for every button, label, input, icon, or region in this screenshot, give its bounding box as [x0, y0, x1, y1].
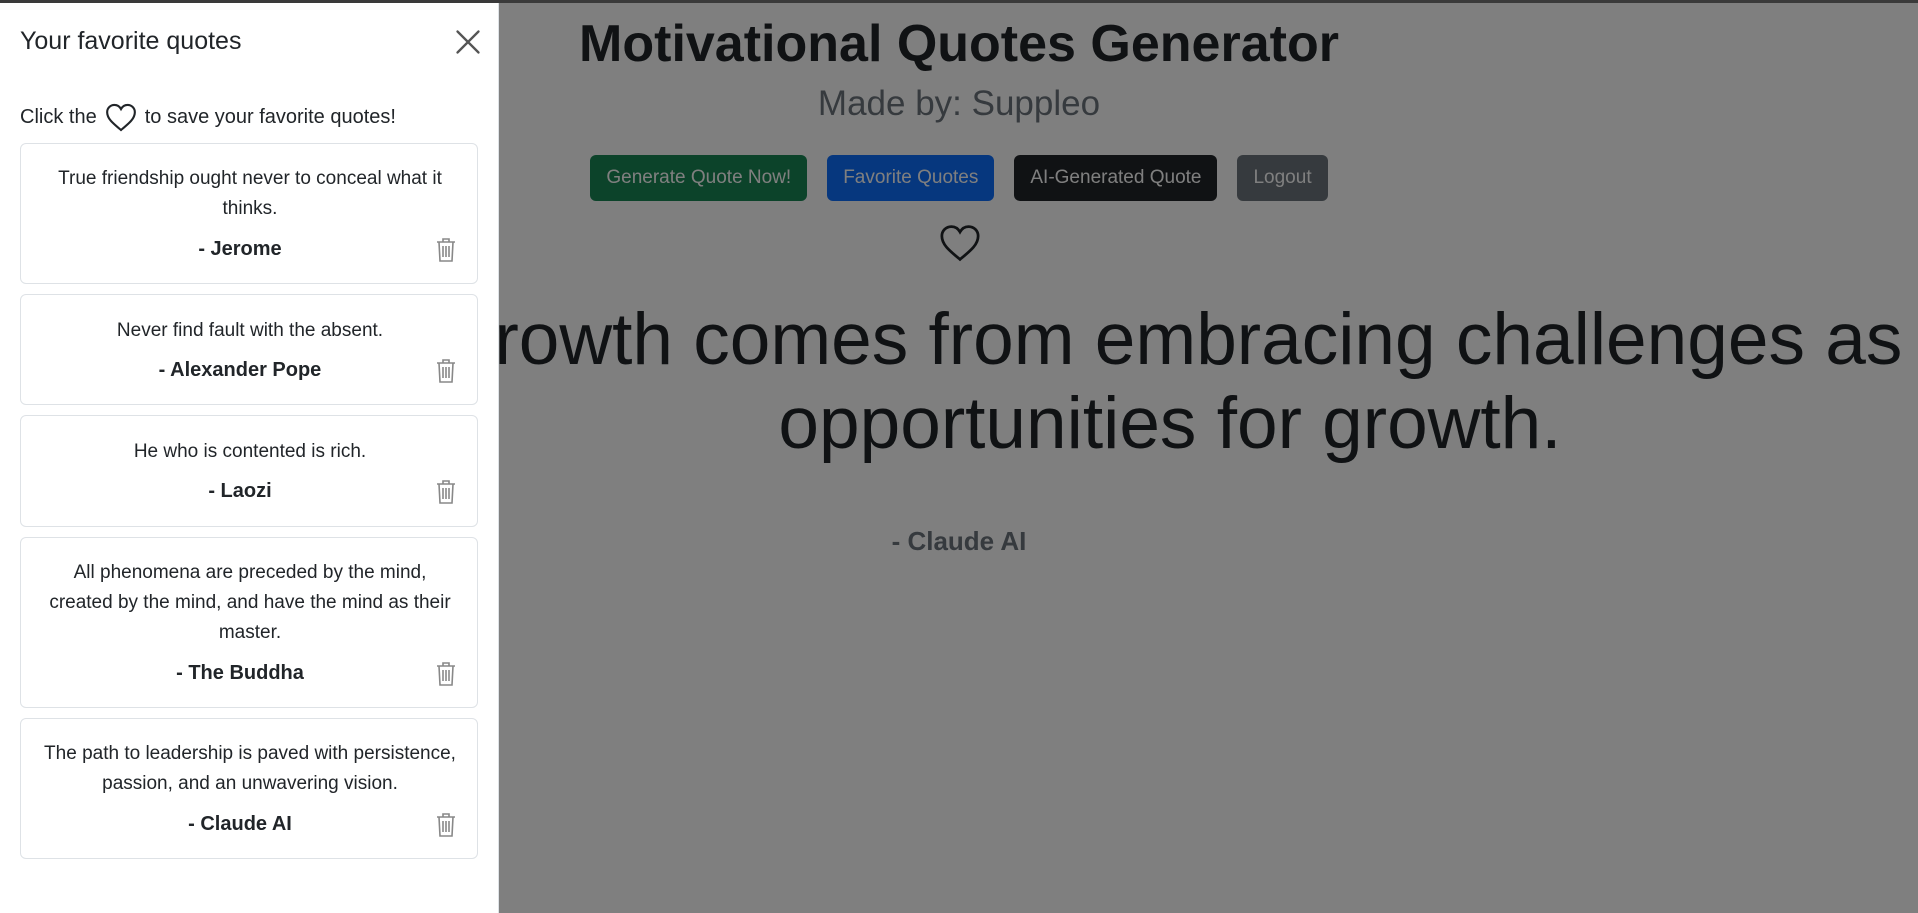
heart-icon	[105, 103, 136, 132]
hint-text: Click the	[20, 106, 97, 128]
favorite-quote-text: Never find fault with the absent.	[116, 320, 384, 341]
trash-icon[interactable]	[435, 661, 457, 687]
favorite-quote-author: - Alexander Pope	[158, 359, 322, 381]
window-top-border	[0, 0, 1918, 3]
panel-title: Your favorite quotes	[20, 27, 242, 55]
favorite-quote-card: He who is contented is rich. - Laozi	[20, 415, 478, 527]
save-hint: Click the to save your favorite quotes!	[20, 103, 396, 132]
favorite-quote-author: - Claude AI	[188, 813, 292, 835]
favorite-quote-author: - Jerome	[198, 238, 282, 260]
favorite-quote-card: Never find fault with the absent. - Alex…	[20, 294, 478, 405]
trash-icon[interactable]	[435, 479, 457, 505]
favorite-quote-author: - The Buddha	[176, 662, 304, 684]
favorite-quote-text: The path to leadership is paved with per…	[44, 743, 456, 794]
close-icon[interactable]	[454, 28, 482, 56]
favorite-quote-text: He who is contented is rich.	[133, 441, 367, 462]
trash-icon[interactable]	[435, 812, 457, 838]
favorite-quote-card: All phenomena are preceded by the mind, …	[20, 537, 478, 708]
trash-icon[interactable]	[435, 237, 457, 263]
favorite-quote-text: True friendship ought never to conceal w…	[58, 168, 442, 219]
favorite-quote-card: True friendship ought never to conceal w…	[20, 143, 478, 284]
trash-icon[interactable]	[435, 358, 457, 384]
favorites-panel: Your favorite quotes Click the to save y…	[0, 0, 499, 913]
favorite-quote-author: - Laozi	[208, 480, 272, 502]
favorite-quote-card: The path to leadership is paved with per…	[20, 718, 478, 859]
hint-text: to save your favorite quotes!	[144, 106, 396, 128]
favorite-quote-text: All phenomena are preceded by the mind, …	[49, 562, 451, 643]
